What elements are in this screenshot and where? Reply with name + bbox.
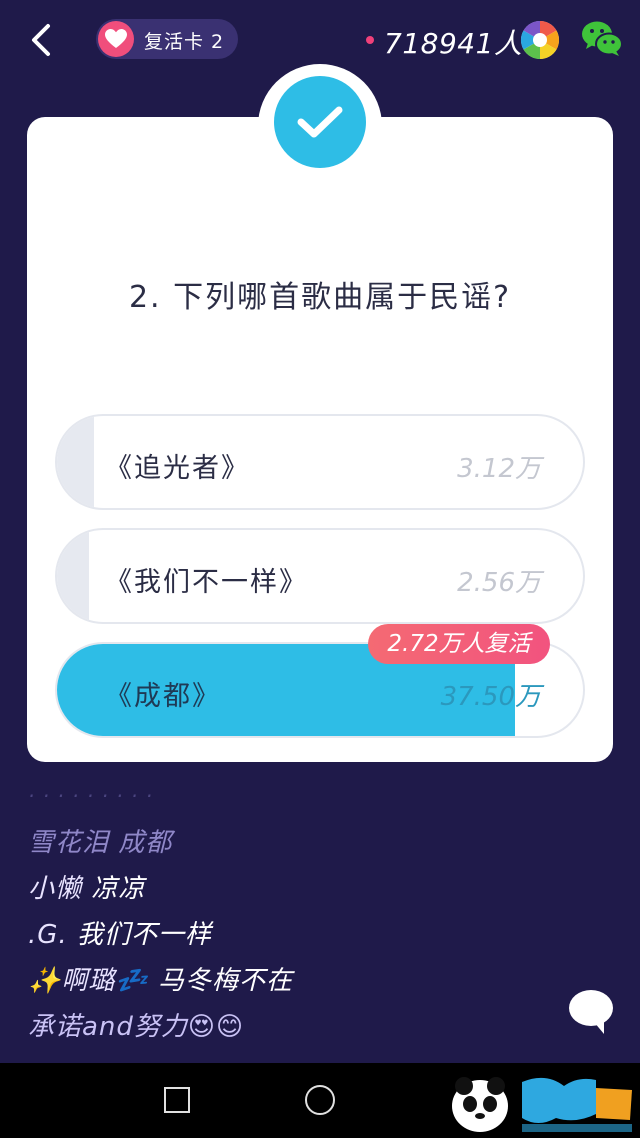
square-nav-icon[interactable] — [164, 1087, 190, 1113]
chat-username: 小懒 — [28, 874, 83, 904]
option-1-label: 《追光者》 — [105, 453, 250, 484]
checkmark-icon — [274, 76, 366, 168]
chat-bubble-icon[interactable] — [566, 988, 616, 1036]
revive-card-label: 复活卡 2 — [144, 31, 225, 53]
back-button[interactable] — [22, 18, 62, 62]
live-dot — [366, 36, 374, 44]
chat-text: 马冬梅不在 — [158, 966, 294, 996]
chat-message: 小懒 凉凉 — [28, 868, 145, 905]
chat-message: ✨啊璐💤 马冬梅不在 — [28, 960, 293, 997]
option-3-label: 《成都》 — [105, 681, 221, 712]
back-icon — [32, 24, 50, 56]
chat-username: .G. — [28, 920, 68, 950]
chat-text: 成都 — [118, 828, 173, 858]
heart-icon — [98, 21, 134, 57]
online-count: 718941人 — [384, 27, 523, 60]
option-2[interactable]: 《我们不一样》 2.56万 — [55, 528, 585, 624]
revive-count-tag: 2.72万人复活 — [368, 624, 550, 664]
option-3-count: 37.50万 — [440, 682, 541, 712]
option-1[interactable]: 《追光者》 3.12万 — [55, 414, 585, 510]
chat-username: 雪花泪 — [28, 828, 110, 858]
wechat-icon[interactable] — [580, 18, 624, 60]
chat-message: .G. 我们不一样 — [28, 914, 212, 951]
chat-text: 凉凉 — [91, 874, 146, 904]
option-1-count: 3.12万 — [457, 454, 541, 484]
chat-text: 我们不一样 — [76, 920, 212, 950]
chat-username: ✨啊璐💤 — [28, 966, 149, 996]
chat-username: 承诺and努力😍😊 — [28, 1012, 245, 1042]
watermark-logo — [446, 1068, 636, 1136]
option-2-count: 2.56万 — [457, 568, 541, 598]
chat-message: 雪花泪 成都 — [28, 822, 172, 859]
option-2-label: 《我们不一样》 — [105, 567, 308, 598]
chat-message: 承诺and努力😍😊 — [28, 1006, 244, 1043]
question-text: 2. 下列哪首歌曲属于民谣? — [128, 280, 512, 315]
circle-nav-icon[interactable] — [305, 1085, 335, 1115]
option-2-fill — [57, 530, 89, 622]
camera-aperture-icon[interactable] — [520, 20, 560, 60]
revive-card-badge[interactable]: 复活卡 2 — [96, 19, 238, 59]
option-1-fill — [57, 416, 94, 508]
chat-faded-line: · · · · · · · · · — [28, 784, 154, 802]
